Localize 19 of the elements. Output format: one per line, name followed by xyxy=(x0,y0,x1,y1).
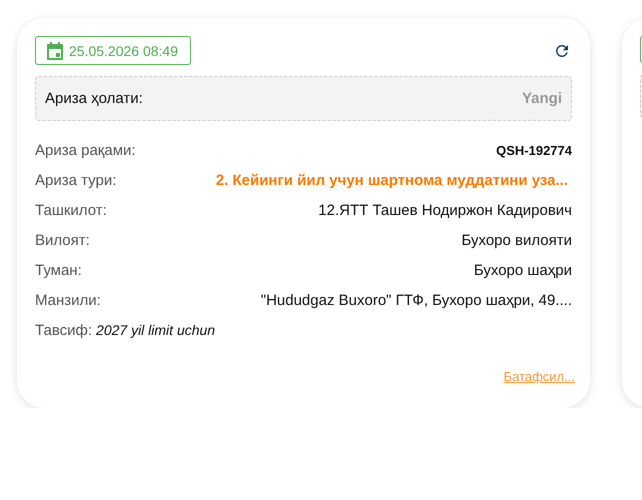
calendar-icon xyxy=(47,42,63,60)
field-label: Ташкилот: xyxy=(35,202,107,218)
field-label: Манзили: xyxy=(35,292,101,308)
status-label: Ариза ҳолати: xyxy=(45,90,143,107)
field-value: 12.ЯТТ Ташев Нодиржон Кадирович xyxy=(318,202,572,218)
field-value: 2. Кейинги йил учун шартнома муддатини уза... xyxy=(216,172,568,188)
field-label: Ариза тури: xyxy=(35,172,116,188)
description-text: 2027 yil limit uchun xyxy=(96,322,216,338)
details-link[interactable]: Батафсил... xyxy=(504,369,575,384)
field-label: Туман: xyxy=(35,262,82,278)
status-value: Yangi xyxy=(522,90,562,107)
field-value: Бухоро шаҳри xyxy=(474,262,572,278)
field-label: Ариза рақами: xyxy=(35,142,136,158)
field-value: Бухоро вилояти xyxy=(461,232,572,248)
description-label: Тавсиф: xyxy=(35,322,92,338)
field-value: QSH-192774 xyxy=(496,142,572,158)
field-label: Вилоят: xyxy=(35,232,90,248)
date-badge: 25.05.2026 08:49 xyxy=(35,36,191,65)
field-value: "Hududgaz Buxoro" ГТФ, Бухоро шаҳри, 49.... xyxy=(260,292,572,308)
